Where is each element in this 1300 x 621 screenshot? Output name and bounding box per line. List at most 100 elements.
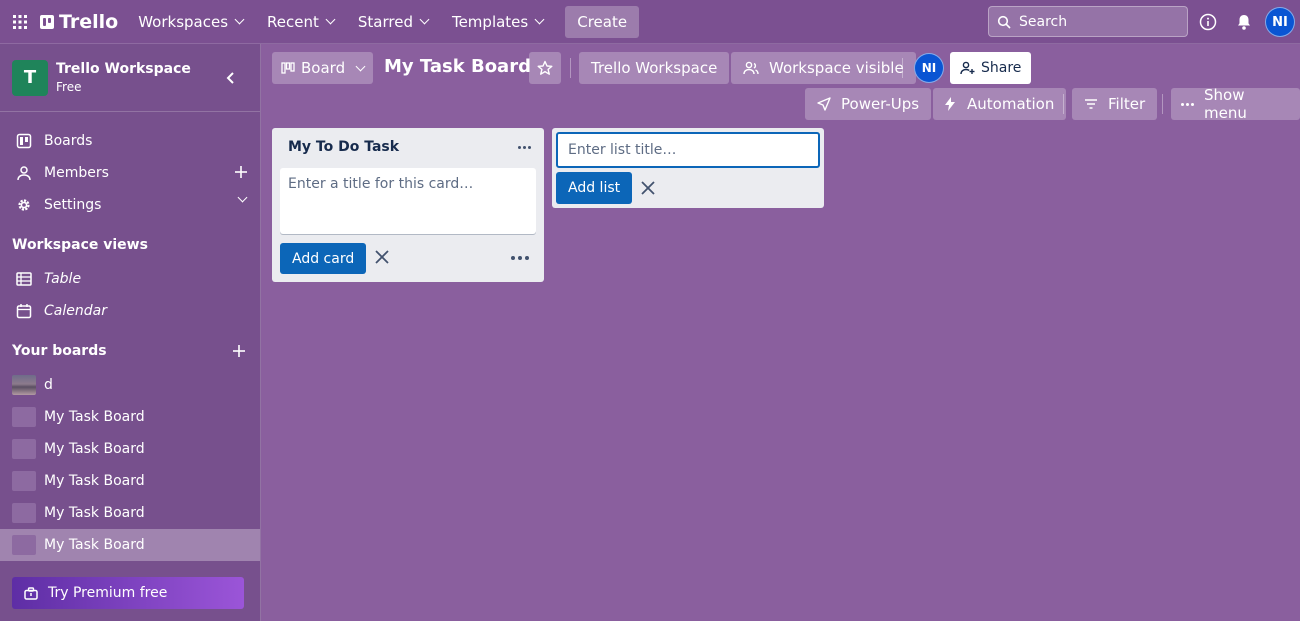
- workspace-plan: Free: [56, 80, 82, 94]
- starred-label: Starred: [357, 12, 413, 31]
- star-board-button[interactable]: [529, 52, 561, 84]
- chevron-down-icon: [234, 14, 245, 25]
- board-title[interactable]: My Task Board: [384, 56, 531, 77]
- filter-button[interactable]: Filter: [1072, 88, 1158, 120]
- workspace-header: T Trello Workspace Free: [0, 44, 260, 112]
- board-thumbnail: [12, 471, 36, 491]
- visibility-button[interactable]: Workspace visible: [731, 52, 916, 84]
- add-person-icon: [960, 61, 975, 75]
- header-divider: [902, 58, 903, 78]
- share-label: Share: [981, 60, 1022, 76]
- brand-name: Trello: [59, 10, 119, 33]
- sidebar-board-item[interactable]: My Task Board: [0, 433, 260, 465]
- your-boards-title: Your boards: [12, 343, 107, 359]
- filter-label: Filter: [1108, 95, 1146, 113]
- chevron-down-icon: [325, 14, 336, 25]
- add-card-button[interactable]: Add card: [280, 243, 367, 274]
- card-options-icon[interactable]: [508, 248, 532, 268]
- visibility-label: Workspace visible: [769, 59, 904, 77]
- briefcase-icon: [24, 586, 38, 600]
- search-input[interactable]: Search: [988, 6, 1188, 37]
- star-icon: [537, 60, 553, 75]
- collapse-sidebar-icon[interactable]: [224, 70, 238, 86]
- templates-menu[interactable]: Templates: [442, 6, 553, 38]
- power-ups-label: Power-Ups: [841, 95, 920, 113]
- add-list-composer: Add list: [552, 128, 824, 208]
- add-list-button[interactable]: Add list: [556, 172, 633, 204]
- automation-button[interactable]: Automation: [933, 88, 1067, 120]
- table-icon: [16, 272, 32, 286]
- filter-icon: [1085, 99, 1097, 109]
- starred-menu[interactable]: Starred: [348, 6, 438, 38]
- gear-icon: [18, 199, 30, 211]
- sidebar-item-settings[interactable]: Settings: [0, 189, 260, 221]
- board-view-icon: [281, 62, 295, 74]
- board-thumbnail: [12, 375, 36, 395]
- board-view-label: Board: [301, 59, 346, 77]
- close-icon[interactable]: [638, 178, 658, 198]
- power-ups-button[interactable]: Power-Ups: [805, 88, 932, 120]
- calendar-icon: [16, 304, 32, 319]
- trello-logo[interactable]: Trello: [40, 11, 118, 33]
- sidebar-board-item[interactable]: d: [0, 369, 260, 401]
- show-menu-label: Show menu: [1204, 86, 1247, 122]
- chevron-down-icon[interactable]: [237, 192, 248, 203]
- board-name: My Task Board: [44, 473, 145, 489]
- board-name: My Task Board: [44, 505, 145, 521]
- sidebar-item-label: Settings: [44, 197, 102, 213]
- header-divider: [1162, 94, 1163, 114]
- more-icon: [1181, 102, 1194, 106]
- list-actions-menu-icon[interactable]: [512, 138, 536, 156]
- board-list: My To Do Task Add card: [272, 128, 544, 282]
- search-icon: [997, 15, 1011, 29]
- workspaces-menu[interactable]: Workspaces: [128, 6, 253, 38]
- board-view-switcher[interactable]: Board: [272, 52, 374, 84]
- add-member-plus-icon[interactable]: [234, 165, 248, 179]
- sidebar-item-label: Boards: [44, 133, 93, 149]
- recent-menu[interactable]: Recent: [257, 6, 344, 38]
- user-avatar[interactable]: NI: [1265, 7, 1295, 37]
- premium-label: Try Premium free: [48, 585, 168, 601]
- chevron-down-icon: [419, 14, 430, 25]
- workspaces-label: Workspaces: [138, 12, 229, 31]
- sidebar-board-item[interactable]: My Task Board: [0, 465, 260, 497]
- chevron-down-icon: [355, 61, 366, 71]
- share-button[interactable]: Share: [950, 52, 1032, 84]
- info-icon[interactable]: [1194, 8, 1222, 36]
- board-name: My Task Board: [44, 409, 145, 425]
- sidebar-board-item-active[interactable]: My Task Board: [0, 529, 260, 561]
- sidebar-item-table[interactable]: Table: [0, 263, 260, 295]
- search-placeholder: Search: [1019, 13, 1068, 30]
- card-title-input[interactable]: [280, 168, 536, 234]
- sidebar-board-item[interactable]: My Task Board: [0, 401, 260, 433]
- close-icon[interactable]: [372, 247, 392, 267]
- workspace-link-button[interactable]: Trello Workspace: [579, 52, 730, 84]
- board-name: My Task Board: [44, 537, 145, 553]
- add-board-plus-icon[interactable]: [232, 344, 246, 358]
- workspace-logo[interactable]: T: [12, 59, 48, 96]
- workspace-views-title: Workspace views: [12, 237, 148, 253]
- list-title[interactable]: My To Do Task: [288, 139, 399, 155]
- sidebar-item-boards[interactable]: Boards: [0, 125, 260, 157]
- automation-label: Automation: [967, 95, 1055, 113]
- top-nav: Trello Workspaces Recent Starred Templat…: [0, 0, 1300, 44]
- board-name: d: [44, 377, 53, 393]
- app-switcher-icon[interactable]: [4, 6, 36, 38]
- sidebar-item-label: Members: [44, 165, 109, 181]
- board-thumbnail: [12, 407, 36, 427]
- workspace-name[interactable]: Trello Workspace: [56, 61, 191, 77]
- trello-logo-icon: [40, 14, 54, 29]
- show-menu-button[interactable]: Show menu: [1171, 86, 1300, 122]
- sidebar-item-calendar[interactable]: Calendar: [0, 295, 260, 327]
- board-member-avatar[interactable]: NI: [914, 53, 944, 83]
- sidebar-board-item[interactable]: My Task Board: [0, 497, 260, 529]
- notifications-bell-icon[interactable]: [1230, 8, 1258, 36]
- rocket-icon: [817, 97, 831, 111]
- board-thumbnail: [12, 439, 36, 459]
- try-premium-button[interactable]: Try Premium free: [12, 577, 244, 609]
- sidebar-item-members[interactable]: Members: [0, 157, 260, 189]
- recent-label: Recent: [267, 12, 319, 31]
- list-title-input[interactable]: [556, 132, 820, 168]
- create-button[interactable]: Create: [565, 5, 640, 38]
- board-thumbnail: [12, 535, 36, 555]
